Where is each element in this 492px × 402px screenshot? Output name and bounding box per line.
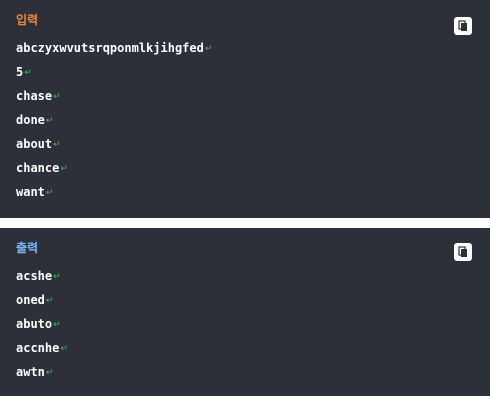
return-icon: ↵ (45, 368, 54, 378)
input-line: chance↵ (16, 161, 68, 175)
input-lines: abczyxwvutsrqponmlkjihgfed↵ 5↵ chase↵ do… (16, 36, 474, 204)
return-icon: ↵ (53, 320, 61, 330)
input-line: want↵ (16, 185, 54, 199)
return-icon: ↵ (53, 140, 61, 150)
input-panel: 입력 abczyxwvutsrqponmlkjihgfed↵ 5↵ chase↵… (0, 0, 490, 218)
return-icon: ↵ (53, 272, 61, 282)
copy-icon (458, 20, 467, 31)
output-line: abuto↵ (16, 317, 61, 331)
input-label: 입력 (16, 13, 39, 27)
output-line: accnhe↵ (16, 341, 68, 355)
input-line: about↵ (16, 137, 61, 151)
output-label: 출력 (16, 241, 39, 255)
input-line: abczyxwvutsrqponmlkjihgfed↵ (16, 41, 213, 55)
return-icon: ↵ (60, 164, 68, 174)
output-lines: acshe↵ oned↵ abuto↵ accnhe↵ awtn↵ (16, 264, 474, 384)
copy-input-button[interactable] (454, 17, 472, 35)
output-line: oned↵ (16, 293, 54, 307)
return-icon: ↵ (53, 92, 61, 102)
return-icon: ↵ (60, 344, 68, 354)
example-io: 입력 abczyxwvutsrqponmlkjihgfed↵ 5↵ chase↵… (0, 0, 492, 402)
input-line: 5↵ (16, 65, 32, 79)
input-line: chase↵ (16, 89, 61, 103)
return-icon: ↵ (24, 68, 32, 78)
copy-icon (458, 246, 467, 257)
return-icon: ↵ (45, 188, 54, 198)
output-panel: 출력 acshe↵ oned↵ abuto↵ accnhe↵ awtn↵ (0, 228, 490, 396)
return-icon: ↵ (204, 44, 213, 54)
output-line: acshe↵ (16, 269, 61, 283)
input-line: done↵ (16, 113, 54, 127)
return-icon: ↵ (45, 116, 54, 126)
output-line: awtn↵ (16, 365, 54, 379)
return-icon: ↵ (45, 296, 54, 306)
copy-output-button[interactable] (454, 243, 472, 261)
